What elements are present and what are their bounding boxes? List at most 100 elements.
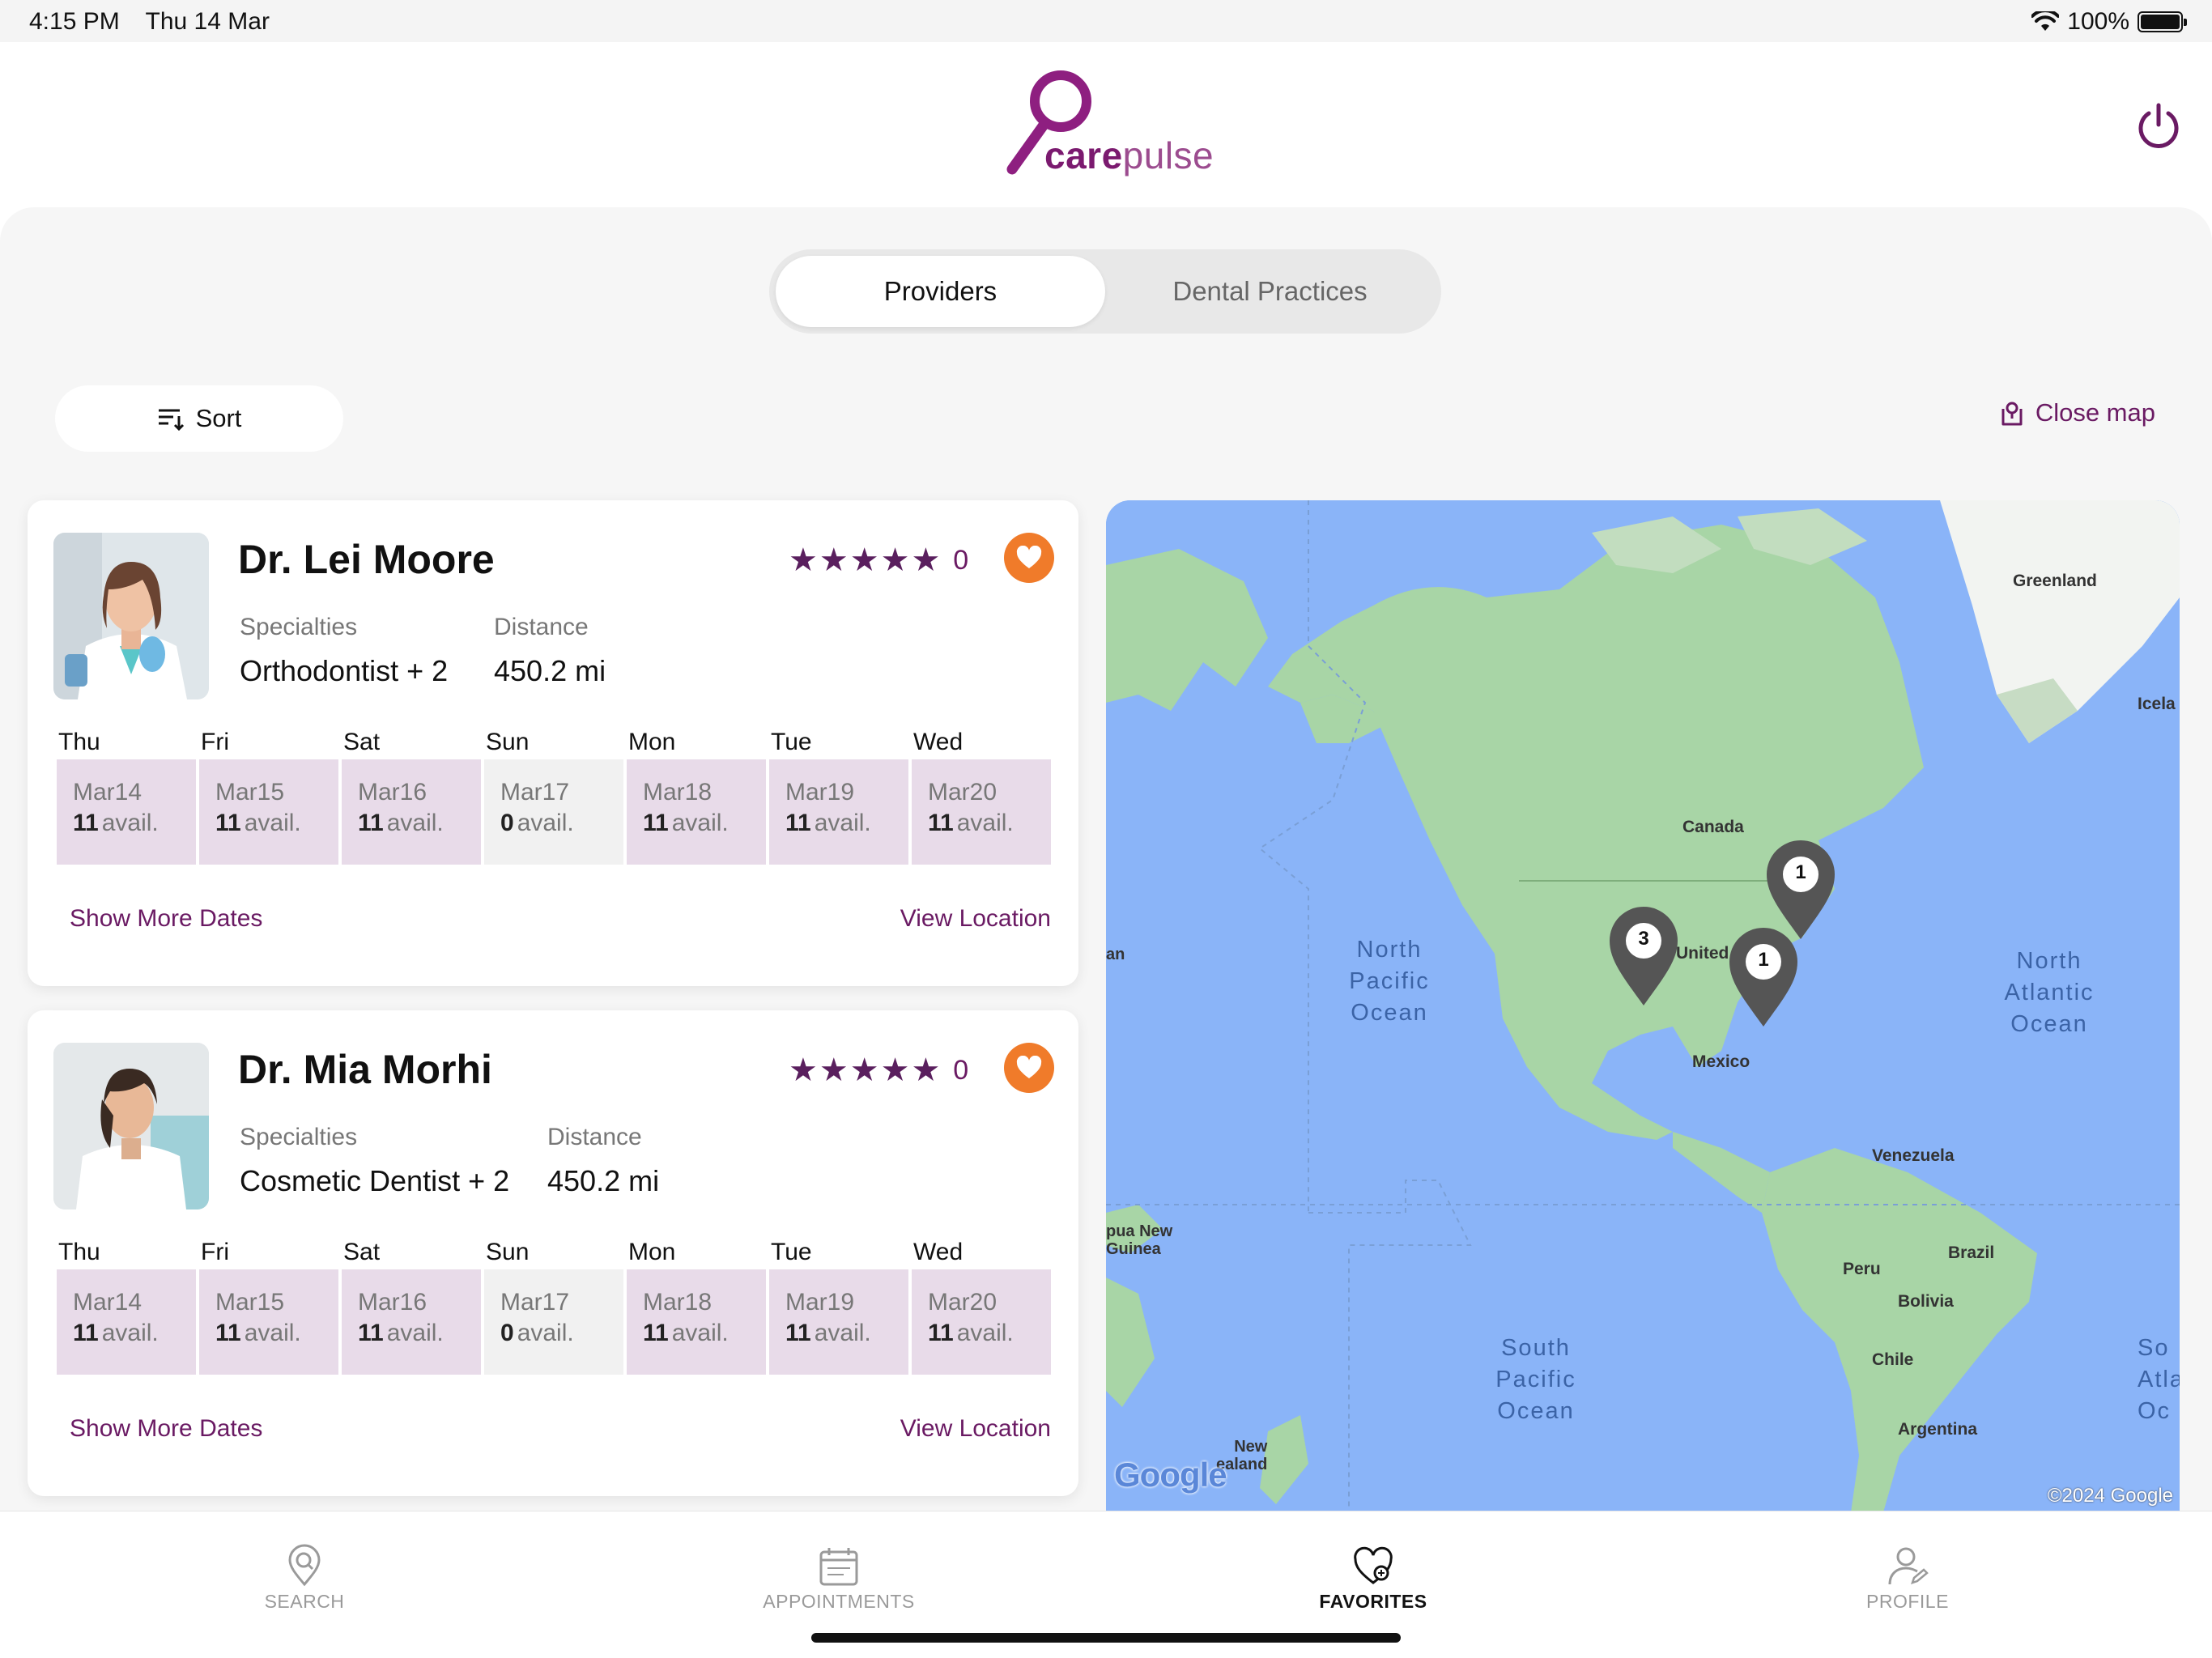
day-slot[interactable]: Mar14 11 avail. bbox=[57, 759, 196, 865]
map-cluster-marker[interactable]: 3 bbox=[1606, 903, 1681, 1009]
map-label: Greenland bbox=[2013, 572, 2097, 590]
rating-stars-icon: ★★★★★ bbox=[789, 542, 942, 578]
distance-label: Distance bbox=[494, 614, 589, 640]
availability-strip: Thu Mar14 11 avail. Fri Mar15 11 avail. Sat … bbox=[57, 729, 1054, 866]
slot-date: Mar15 bbox=[215, 779, 285, 806]
search-location-icon bbox=[288, 1544, 321, 1587]
map-cluster-marker[interactable]: 1 bbox=[1763, 837, 1838, 942]
provider-card[interactable]: Dr. Lei Moore ★★★★★ 0 Specialties Orthod… bbox=[28, 500, 1078, 986]
favorite-button[interactable] bbox=[1004, 533, 1054, 583]
specialties-value: Orthodontist + 2 bbox=[240, 654, 449, 687]
slot-availability: 11 avail. bbox=[785, 1320, 871, 1346]
google-logo[interactable]: Google bbox=[1114, 1456, 1227, 1494]
close-map-button[interactable]: Close map bbox=[2000, 398, 2155, 427]
slot-availability: 11 avail. bbox=[215, 810, 301, 836]
nav-favorites[interactable]: FAVORITES bbox=[1252, 1544, 1495, 1613]
map-label: Canada bbox=[1682, 818, 1744, 836]
day-slot[interactable]: Mar17 0 avail. bbox=[484, 759, 623, 865]
provider-card[interactable]: Dr. Mia Morhi ★★★★★ 0 Specialties Cosmet… bbox=[28, 1010, 1078, 1496]
day-slot[interactable]: Mar14 11 avail. bbox=[57, 1269, 196, 1375]
rating-count: 0 bbox=[953, 1054, 969, 1086]
day-name: Sun bbox=[486, 1239, 530, 1265]
map-label: Brazil bbox=[1948, 1244, 1995, 1262]
battery-icon bbox=[2138, 11, 2187, 32]
day-slot[interactable]: Mar15 11 avail. bbox=[199, 1269, 338, 1375]
favorite-button[interactable] bbox=[1004, 1043, 1054, 1093]
map-label: United bbox=[1676, 944, 1729, 963]
provider-name[interactable]: Dr. Lei Moore bbox=[238, 536, 495, 583]
provider-photo bbox=[53, 1043, 209, 1209]
slot-date: Mar15 bbox=[215, 1289, 285, 1316]
day-name: Sun bbox=[486, 729, 530, 755]
profile-icon bbox=[1888, 1547, 1929, 1585]
day-slot[interactable]: Mar20 11 avail. bbox=[912, 1269, 1051, 1375]
day-name: Fri bbox=[201, 729, 229, 755]
status-indicators: 100% bbox=[2031, 8, 2187, 36]
bottom-tab-bar: SEARCH APPOINTMENTS FAVORITES PROFILE bbox=[0, 1511, 2212, 1658]
ocean-label: South Pacific Ocean bbox=[1495, 1335, 1576, 1424]
nav-search[interactable]: SEARCH bbox=[183, 1544, 426, 1613]
availability-strip: Thu Mar14 11 avail. Fri Mar15 11 avail. Sat … bbox=[57, 1239, 1054, 1376]
nav-profile[interactable]: PROFILE bbox=[1786, 1544, 2029, 1613]
day-name: Thu bbox=[58, 729, 100, 755]
status-bar: 4:15 PM Thu 14 Mar 100% bbox=[0, 0, 2212, 42]
sort-button[interactable]: Sort bbox=[55, 385, 343, 452]
slot-date: Mar16 bbox=[358, 1289, 428, 1316]
marker-count: 1 bbox=[1795, 861, 1806, 883]
day-name: Sat bbox=[343, 729, 381, 755]
map-pin-icon bbox=[2001, 402, 2023, 426]
logo-wordmark: carepulse bbox=[1044, 134, 1214, 176]
slot-date: Mar20 bbox=[928, 779, 998, 806]
map-marker-icon bbox=[1610, 907, 1678, 1005]
day-slot[interactable]: Mar16 11 avail. bbox=[342, 759, 481, 865]
day-slot[interactable]: Mar19 11 avail. bbox=[769, 1269, 908, 1375]
tab-providers[interactable]: Providers bbox=[776, 256, 1105, 327]
day-name: Fri bbox=[201, 1239, 229, 1265]
slot-date: Mar20 bbox=[928, 1289, 998, 1316]
map-label: an bbox=[1106, 946, 1125, 963]
day-column: Wed Mar20 11 avail. bbox=[912, 1239, 1051, 1376]
day-name: Wed bbox=[913, 729, 963, 755]
home-indicator bbox=[811, 1633, 1401, 1643]
ocean-label: So Atla Oc bbox=[2138, 1335, 2180, 1424]
slot-availability: 11 avail. bbox=[73, 1320, 159, 1346]
map-label: Argentina bbox=[1898, 1420, 1978, 1439]
map-label: Mexico bbox=[1692, 1052, 1750, 1071]
map-label: Venezuela bbox=[1872, 1146, 1955, 1165]
day-slot[interactable]: Mar15 11 avail. bbox=[199, 759, 338, 865]
day-slot[interactable]: Mar18 11 avail. bbox=[627, 759, 766, 865]
day-slot[interactable]: Mar16 11 avail. bbox=[342, 1269, 481, 1375]
day-slot[interactable]: Mar20 11 avail. bbox=[912, 759, 1051, 865]
day-slot[interactable]: Mar17 0 avail. bbox=[484, 1269, 623, 1375]
distance-value: 450.2 mi bbox=[494, 654, 606, 687]
close-map-label: Close map bbox=[2035, 398, 2155, 427]
day-column: Tue Mar19 11 avail. bbox=[769, 729, 908, 866]
slot-availability: 11 avail. bbox=[643, 810, 729, 836]
sort-icon bbox=[158, 409, 184, 431]
provider-name[interactable]: Dr. Mia Morhi bbox=[238, 1046, 492, 1093]
main-panel: Providers Dental Practices Sort Close ma… bbox=[0, 207, 2212, 1512]
day-slot[interactable]: Mar19 11 avail. bbox=[769, 759, 908, 865]
map-label: pua New Guinea bbox=[1106, 1222, 1173, 1258]
day-column: Thu Mar14 11 avail. bbox=[57, 1239, 196, 1376]
slot-availability: 0 avail. bbox=[500, 1320, 574, 1346]
slot-date: Mar17 bbox=[500, 779, 570, 806]
status-time-date: 4:15 PM Thu 14 Mar bbox=[29, 8, 289, 36]
day-column: Sat Mar16 11 avail. bbox=[342, 729, 481, 866]
show-more-dates-link[interactable]: Show More Dates bbox=[70, 1415, 262, 1443]
show-more-dates-link[interactable]: Show More Dates bbox=[70, 905, 262, 933]
nav-appointments[interactable]: APPOINTMENTS bbox=[717, 1544, 960, 1613]
map-label: Chile bbox=[1872, 1350, 1914, 1369]
rating-stars-icon: ★★★★★ bbox=[789, 1052, 942, 1088]
slot-availability: 11 avail. bbox=[928, 1320, 1014, 1346]
view-location-link[interactable]: View Location bbox=[900, 1415, 1051, 1443]
map-view[interactable]: Greenland Icela Canada United Mexico Ven… bbox=[1106, 500, 2180, 1512]
power-icon[interactable] bbox=[2133, 100, 2184, 152]
app-header: carepulse bbox=[0, 42, 2212, 210]
slot-date: Mar18 bbox=[643, 779, 713, 806]
view-location-link[interactable]: View Location bbox=[900, 905, 1051, 933]
specialties-label: Specialties bbox=[240, 614, 358, 640]
day-slot[interactable]: Mar18 11 avail. bbox=[627, 1269, 766, 1375]
tab-dental-practices[interactable]: Dental Practices bbox=[1105, 256, 1435, 327]
marker-count: 3 bbox=[1638, 928, 1649, 950]
